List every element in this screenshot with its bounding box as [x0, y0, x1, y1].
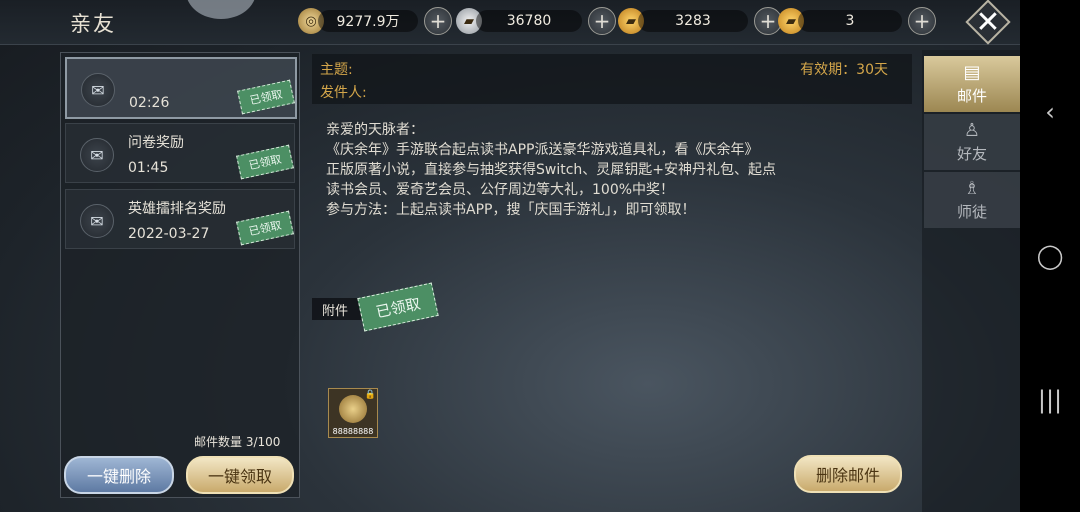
attachment-item[interactable]: 🔒 88888888 — [328, 388, 378, 438]
tab-friends[interactable]: ♙ 好友 — [924, 114, 1020, 170]
close-icon: ✕ — [975, 4, 1001, 40]
tab-mail[interactable]: ▤ 邮件 — [924, 56, 1020, 112]
validity-label: 有效期：30天 — [800, 62, 888, 78]
currency-locked-gold-value: 3283 — [638, 10, 748, 32]
mail-body-line: 正版原著小说，直接参与抽奖获得Switch、灵犀钥匙+安神丹礼包、起点 — [326, 162, 777, 178]
envelope-icon: ✉ — [81, 73, 115, 107]
tab-mentorship-label: 师徒 — [956, 203, 987, 221]
mail-scroll-icon: ▤ — [963, 62, 981, 83]
mail-time: 02:26 — [129, 95, 170, 111]
add-copper-button[interactable]: + — [424, 7, 452, 35]
side-tabs: ▤ 邮件 ♙ 好友 ♗ 师徒 — [922, 50, 1020, 512]
page-title: 亲友 — [70, 12, 116, 36]
tab-mail-label: 邮件 — [956, 87, 987, 105]
currency-gold-value: 3 — [798, 10, 902, 32]
currency-gold: ▰ 3 + — [778, 7, 936, 35]
currency-silver: ▰ 36780 + — [456, 7, 616, 35]
mail-subject: 问卷奖励 — [128, 135, 184, 151]
home-circle-icon: ◯ — [1036, 242, 1064, 270]
claim-all-button[interactable]: 一键领取 — [186, 456, 294, 494]
system-nav-bar: ‹ ◯ ||| — [1020, 0, 1080, 512]
close-button[interactable]: ✕ — [966, 2, 1010, 42]
top-bar: 亲友 ◎ 9277.9万 + ▰ 36780 + ▰ 3283 + ▰ 3 + … — [0, 0, 1080, 45]
moon-decoration — [186, 0, 256, 19]
copper-coin-icon — [339, 395, 367, 423]
mail-subject: 英雄擂排名奖励 — [128, 201, 226, 217]
subject-label: 主题: — [320, 62, 353, 78]
envelope-icon: ✉ — [80, 204, 114, 238]
mentor-figure-icon: ♗ — [963, 178, 981, 199]
currency-copper: ◎ 9277.9万 + — [298, 7, 452, 35]
mail-count: 邮件数量 3/100 — [194, 435, 281, 449]
attachment-claimed-stamp: 已领取 — [357, 282, 439, 332]
envelope-icon: ✉ — [80, 138, 114, 172]
claimed-stamp: 已领取 — [237, 79, 295, 115]
mail-body-line: 读书会员、爱奇艺会员、公仔周边等大礼，100%中奖！ — [326, 182, 675, 198]
back-chevron-icon: ‹ — [1045, 98, 1055, 126]
recents-button[interactable]: ||| — [1020, 380, 1080, 420]
delete-all-button[interactable]: 一键删除 — [64, 456, 174, 494]
mail-body-line: 参与方法：上起点读书APP，搜「庆国手游礼」，即可领取！ — [326, 202, 696, 218]
home-button[interactable]: ◯ — [1020, 236, 1080, 276]
sender-label: 发件人: — [320, 85, 367, 101]
currency-locked-gold: ▰ 3283 + — [618, 7, 782, 35]
mail-header: 主题: 发件人: 有效期：30天 — [312, 54, 912, 104]
recents-icon: ||| — [1037, 386, 1063, 414]
mail-item[interactable]: ✉ 02:26 已领取 — [65, 57, 297, 119]
mail-body-line: 亲爱的天脉者： — [326, 122, 424, 138]
claimed-stamp: 已领取 — [236, 210, 294, 246]
mail-time: 01:45 — [128, 160, 169, 176]
add-silver-button[interactable]: + — [588, 7, 616, 35]
mail-list-panel: ✉ 02:26 已领取 ✉ 问卷奖励 01:45 已领取 ✉ 英雄擂排名奖励 2… — [60, 52, 300, 498]
mail-body: 亲爱的天脉者： 《庆余年》手游联合起点读书APP派送豪华游戏道具礼，看《庆余年》… — [326, 120, 886, 220]
tab-friends-label: 好友 — [956, 145, 987, 163]
attachment-quantity: 88888888 — [332, 427, 374, 436]
currency-silver-value: 36780 — [476, 10, 582, 32]
delete-mail-button[interactable]: 删除邮件 — [794, 455, 902, 493]
mail-time: 2022-03-27 — [128, 226, 210, 242]
tab-mentorship[interactable]: ♗ 师徒 — [924, 172, 1020, 228]
back-button[interactable]: ‹ — [1020, 92, 1080, 132]
lock-icon: 🔒 — [364, 390, 376, 400]
mail-item[interactable]: ✉ 英雄擂排名奖励 2022-03-27 已领取 — [65, 189, 295, 249]
claimed-stamp: 已领取 — [236, 144, 294, 180]
mail-body-line: 《庆余年》手游联合起点读书APP派送豪华游戏道具礼，看《庆余年》 — [326, 142, 759, 158]
friend-figure-icon: ♙ — [963, 120, 981, 141]
currency-copper-value: 9277.9万 — [318, 10, 418, 32]
add-gold-button[interactable]: + — [908, 7, 936, 35]
mail-item[interactable]: ✉ 问卷奖励 01:45 已领取 — [65, 123, 295, 183]
